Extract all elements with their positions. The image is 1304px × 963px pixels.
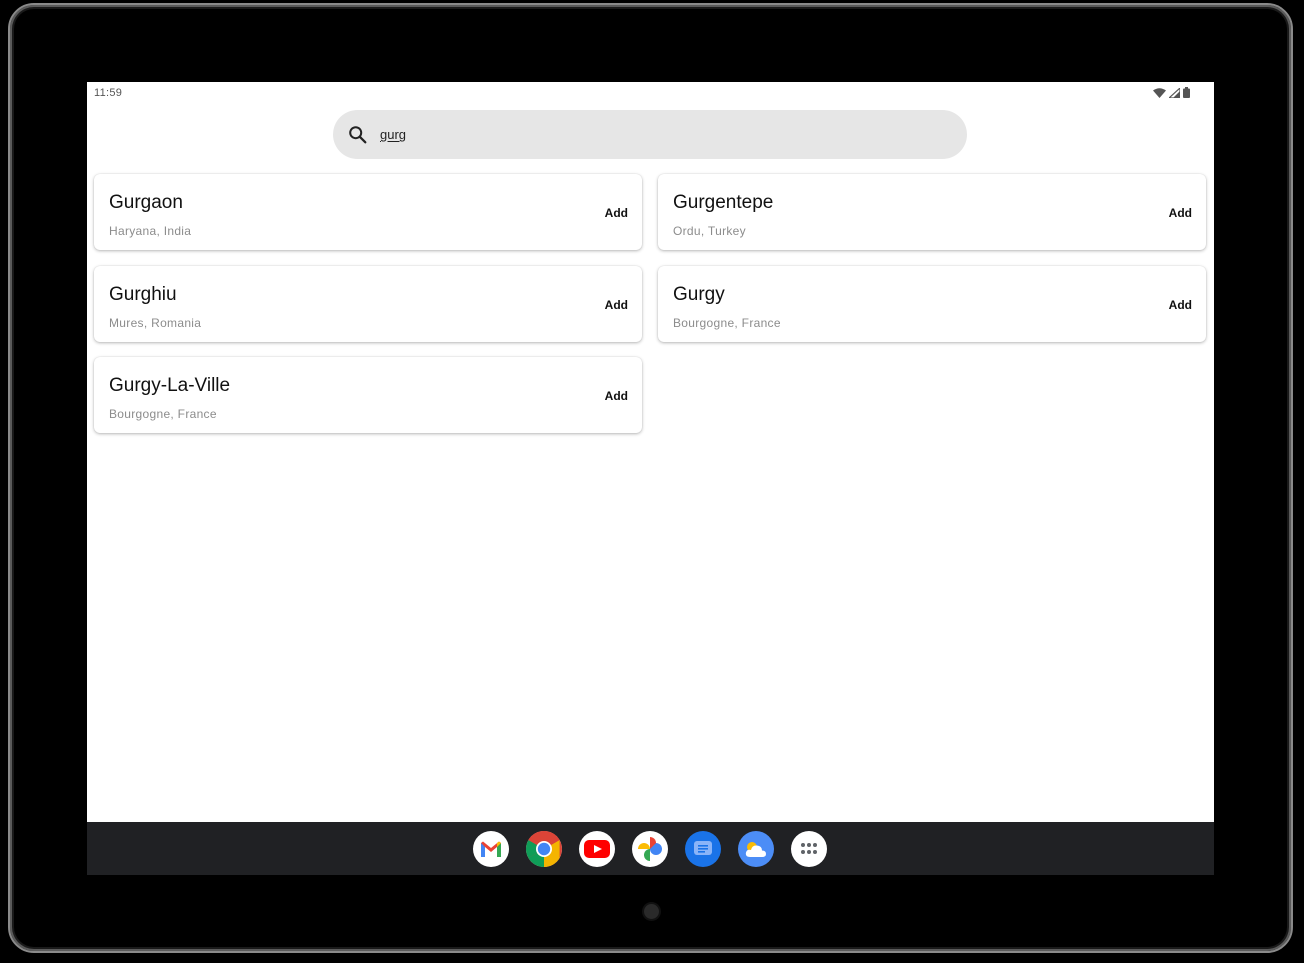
photos-icon[interactable] <box>632 831 668 867</box>
battery-icon <box>1183 87 1190 98</box>
add-button[interactable]: Add <box>1169 298 1192 312</box>
city-region: Mures, Romania <box>109 316 202 330</box>
wifi-icon <box>1153 87 1166 98</box>
city-region: Ordu, Turkey <box>673 224 746 238</box>
city-name: Gurgy <box>673 284 725 305</box>
city-name: Gurgy-La-Ville <box>109 375 231 396</box>
result-card[interactable]: Gurgy-La-Ville Bourgogne, France Add <box>94 357 642 433</box>
front-camera <box>644 904 659 919</box>
gmail-icon[interactable] <box>473 831 509 867</box>
city-region: Haryana, India <box>109 224 192 238</box>
youtube-icon[interactable] <box>579 831 615 867</box>
result-card[interactable]: Gurgy Bourgogne, France Add <box>658 266 1206 342</box>
taskbar <box>87 822 1214 875</box>
city-name: Gurgentepe <box>673 192 774 213</box>
add-button[interactable]: Add <box>1169 206 1192 220</box>
city-name: Gurgaon <box>109 192 183 213</box>
status-time: 11:59 <box>94 87 123 99</box>
app-screen: 11:59 gurg Gurgaon Haryana, India Add Gu… <box>87 82 1214 875</box>
status-bar: 11:59 <box>87 82 1214 104</box>
status-icons <box>1153 87 1190 98</box>
result-card[interactable]: Gurgentepe Ordu, Turkey Add <box>658 174 1206 250</box>
result-card[interactable]: Gurghiu Mures, Romania Add <box>94 266 642 342</box>
app-drawer-icon[interactable] <box>791 831 827 867</box>
add-button[interactable]: Add <box>605 298 628 312</box>
search-bar[interactable]: gurg <box>333 110 967 159</box>
add-button[interactable]: Add <box>605 389 628 403</box>
search-input[interactable]: gurg <box>380 127 406 142</box>
chrome-icon[interactable] <box>526 831 562 867</box>
city-region: Bourgogne, France <box>673 316 781 330</box>
result-card[interactable]: Gurgaon Haryana, India Add <box>94 174 642 250</box>
search-icon <box>349 125 367 143</box>
app-dock <box>473 831 827 867</box>
city-name: Gurghiu <box>109 284 177 305</box>
city-region: Bourgogne, France <box>109 407 217 421</box>
cell-signal-icon <box>1169 87 1180 98</box>
messages-icon[interactable] <box>685 831 721 867</box>
add-button[interactable]: Add <box>605 206 628 220</box>
weather-icon[interactable] <box>738 831 774 867</box>
